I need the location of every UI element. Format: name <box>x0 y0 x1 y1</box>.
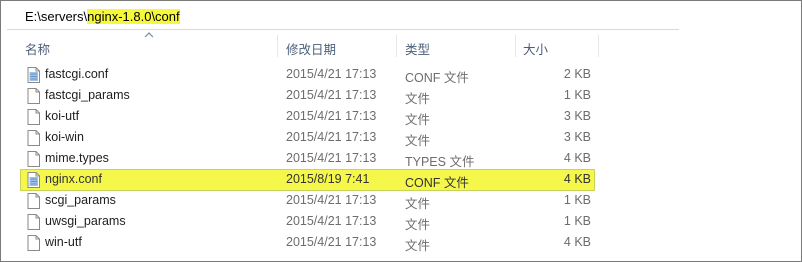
file-size: 4 KB <box>563 235 591 249</box>
file-date-modified: 2015/4/21 17:13 <box>286 109 377 123</box>
file-row-selected[interactable]: nginx.conf 2015/8/19 7:41 CONF 文件 4 KB <box>1 169 802 191</box>
file-type: 文件 <box>405 134 431 148</box>
file-size: 1 KB <box>563 88 591 102</box>
file-type: 文件 <box>405 239 431 253</box>
file-type: CONF 文件 <box>405 71 469 85</box>
blank-file-icon <box>27 235 40 251</box>
column-divider[interactable] <box>277 35 278 57</box>
file-date-modified: 2015/4/21 17:13 <box>286 130 377 144</box>
file-row[interactable]: mime.types 2015/4/21 17:13 TYPES 文件 4 KB <box>1 148 802 169</box>
column-header-date[interactable]: 修改日期 <box>286 39 336 58</box>
file-name: koi-win <box>45 130 84 144</box>
file-size: 2 KB <box>563 67 591 81</box>
file-type: 文件 <box>405 92 431 106</box>
file-type: 文件 <box>405 197 431 211</box>
file-date-modified: 2015/4/21 17:13 <box>286 193 377 207</box>
conf-file-icon <box>27 172 40 188</box>
file-name: uwsgi_params <box>45 214 126 228</box>
file-type: 文件 <box>405 218 431 232</box>
file-name: scgi_params <box>45 193 116 207</box>
file-row[interactable]: koi-utf 2015/4/21 17:13 文件 3 KB <box>1 106 802 127</box>
file-size: 3 KB <box>563 130 591 144</box>
file-row[interactable]: koi-win 2015/4/21 17:13 文件 3 KB <box>1 127 802 148</box>
blank-file-icon <box>27 193 40 209</box>
file-row[interactable]: fastcgi.conf 2015/4/21 17:13 CONF 文件 2 KB <box>1 64 802 85</box>
file-row[interactable]: uwsgi_params 2015/4/21 17:13 文件 1 KB <box>1 211 802 232</box>
file-date-modified: 2015/4/21 17:13 <box>286 67 377 81</box>
column-header-name[interactable]: 名称 <box>25 39 50 58</box>
address-path: E:\servers\nginx-1.8.0\conf <box>25 9 180 24</box>
file-name: win-utf <box>45 235 82 249</box>
column-header-size[interactable]: 大小 <box>523 39 548 58</box>
file-size: 4 KB <box>563 151 591 165</box>
file-row[interactable]: win-utf 2015/4/21 17:13 文件 4 KB <box>1 232 802 253</box>
file-name: fastcgi.conf <box>45 67 109 81</box>
column-divider[interactable] <box>396 35 397 57</box>
file-date-modified: 2015/4/21 17:13 <box>286 214 377 228</box>
file-date-modified: 2015/4/21 17:13 <box>286 235 377 249</box>
column-divider[interactable] <box>598 35 599 57</box>
file-row[interactable]: scgi_params 2015/4/21 17:13 文件 1 KB <box>1 190 802 211</box>
column-header-type[interactable]: 类型 <box>405 39 430 58</box>
file-name: koi-utf <box>45 109 80 123</box>
blank-file-icon <box>27 130 40 146</box>
address-prefix: E:\servers\ <box>25 9 88 24</box>
conf-file-icon <box>27 67 40 83</box>
blank-file-icon <box>27 214 40 230</box>
file-type: 文件 <box>405 113 431 127</box>
file-type: CONF 文件 <box>405 176 469 190</box>
file-name: mime.types <box>45 151 109 165</box>
file-row[interactable]: fastcgi_params 2015/4/21 17:13 文件 1 KB <box>1 85 802 106</box>
file-date-modified: 2015/4/21 17:13 <box>286 151 377 165</box>
blank-file-icon <box>27 88 40 104</box>
file-size: 1 KB <box>563 193 591 207</box>
explorer-window: E:\servers\nginx-1.8.0\conf 名称 修改日期 类型 大… <box>0 0 802 262</box>
blank-file-icon <box>27 109 40 125</box>
file-name: fastcgi_params <box>45 88 130 102</box>
file-date-modified: 2015/4/21 17:13 <box>286 88 377 102</box>
file-type: TYPES 文件 <box>405 155 475 169</box>
blank-file-icon <box>27 151 40 167</box>
file-name: nginx.conf <box>45 172 102 186</box>
address-highlighted-segment: nginx-1.8.0\conf <box>87 9 180 24</box>
file-size: 4 KB <box>563 172 591 186</box>
file-size: 1 KB <box>563 214 591 228</box>
column-header-row: 名称 修改日期 类型 大小 <box>1 35 802 59</box>
column-divider[interactable] <box>515 35 516 57</box>
address-bar[interactable]: E:\servers\nginx-1.8.0\conf <box>7 4 679 30</box>
file-size: 3 KB <box>563 109 591 123</box>
file-date-modified: 2015/8/19 7:41 <box>286 172 370 186</box>
